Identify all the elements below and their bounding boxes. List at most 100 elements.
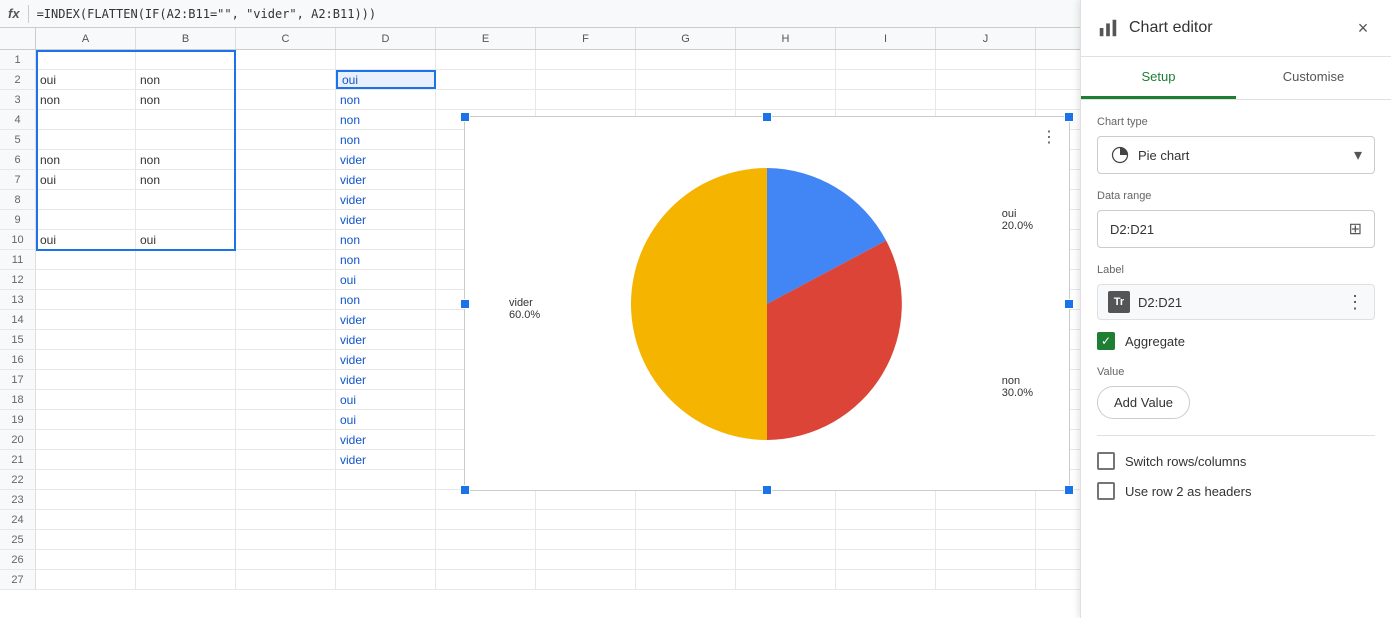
- cell-9-D[interactable]: vider: [336, 210, 436, 229]
- cell-2-H[interactable]: [736, 70, 836, 89]
- cell-3-E[interactable]: [436, 90, 536, 109]
- grid-select-icon[interactable]: ⊞: [1349, 219, 1362, 239]
- cell-1-I[interactable]: [836, 50, 936, 69]
- cell-5-B[interactable]: [136, 130, 236, 149]
- cell-26-I[interactable]: [836, 550, 936, 569]
- tab-setup[interactable]: Setup: [1081, 57, 1236, 99]
- cell-7-A[interactable]: oui: [36, 170, 136, 189]
- cell-1-D[interactable]: [336, 50, 436, 69]
- use-row2-checkbox[interactable]: [1097, 482, 1115, 500]
- cell-25-A[interactable]: [36, 530, 136, 549]
- cell-24-H[interactable]: [736, 510, 836, 529]
- cell-3-I[interactable]: [836, 90, 936, 109]
- cell-23-H[interactable]: [736, 490, 836, 509]
- cell-4-A[interactable]: [36, 110, 136, 129]
- cell-3-F[interactable]: [536, 90, 636, 109]
- cell-13-D[interactable]: non: [336, 290, 436, 309]
- cell-9-A[interactable]: [36, 210, 136, 229]
- cell-10-B[interactable]: oui: [136, 230, 236, 249]
- cell-14-C[interactable]: [236, 310, 336, 329]
- table-row[interactable]: 2ouinonoui: [0, 70, 1080, 90]
- cell-6-B[interactable]: non: [136, 150, 236, 169]
- cell-23-I[interactable]: [836, 490, 936, 509]
- col-header-a[interactable]: A: [36, 28, 136, 49]
- cell-10-A[interactable]: oui: [36, 230, 136, 249]
- cell-23-B[interactable]: [136, 490, 236, 509]
- cell-25-E[interactable]: [436, 530, 536, 549]
- cell-5-C[interactable]: [236, 130, 336, 149]
- cell-6-A[interactable]: non: [36, 150, 136, 169]
- cell-1-C[interactable]: [236, 50, 336, 69]
- cell-2-G[interactable]: [636, 70, 736, 89]
- cell-13-A[interactable]: [36, 290, 136, 309]
- col-header-j[interactable]: J: [936, 28, 1036, 49]
- cell-12-C[interactable]: [236, 270, 336, 289]
- cell-20-B[interactable]: [136, 430, 236, 449]
- cell-24-G[interactable]: [636, 510, 736, 529]
- col-header-h[interactable]: H: [736, 28, 836, 49]
- cell-7-C[interactable]: [236, 170, 336, 189]
- cell-22-A[interactable]: [36, 470, 136, 489]
- cell-14-B[interactable]: [136, 310, 236, 329]
- switch-rows-checkbox[interactable]: [1097, 452, 1115, 470]
- cell-11-A[interactable]: [36, 250, 136, 269]
- cell-26-E[interactable]: [436, 550, 536, 569]
- cell-7-B[interactable]: non: [136, 170, 236, 189]
- table-row[interactable]: 25: [0, 530, 1080, 550]
- cell-7-D[interactable]: vider: [336, 170, 436, 189]
- cell-10-D[interactable]: non: [336, 230, 436, 249]
- cell-23-C[interactable]: [236, 490, 336, 509]
- cell-4-C[interactable]: [236, 110, 336, 129]
- cell-3-A[interactable]: non: [36, 90, 136, 109]
- cell-1-F[interactable]: [536, 50, 636, 69]
- cell-15-A[interactable]: [36, 330, 136, 349]
- cell-27-H[interactable]: [736, 570, 836, 589]
- cell-4-D[interactable]: non: [336, 110, 436, 129]
- cell-14-D[interactable]: vider: [336, 310, 436, 329]
- cell-3-G[interactable]: [636, 90, 736, 109]
- cell-17-A[interactable]: [36, 370, 136, 389]
- col-header-f[interactable]: F: [536, 28, 636, 49]
- cell-2-B[interactable]: non: [136, 70, 236, 89]
- cell-24-I[interactable]: [836, 510, 936, 529]
- table-row[interactable]: 3nonnonnon: [0, 90, 1080, 110]
- col-header-c[interactable]: C: [236, 28, 336, 49]
- cell-26-H[interactable]: [736, 550, 836, 569]
- cell-23-G[interactable]: [636, 490, 736, 509]
- cell-14-A[interactable]: [36, 310, 136, 329]
- cell-18-D[interactable]: oui: [336, 390, 436, 409]
- cell-18-C[interactable]: [236, 390, 336, 409]
- cell-25-D[interactable]: [336, 530, 436, 549]
- aggregate-checkbox[interactable]: [1097, 332, 1115, 350]
- cell-3-J[interactable]: [936, 90, 1036, 109]
- cell-18-A[interactable]: [36, 390, 136, 409]
- cell-8-D[interactable]: vider: [336, 190, 436, 209]
- cell-12-A[interactable]: [36, 270, 136, 289]
- cell-3-B[interactable]: non: [136, 90, 236, 109]
- cell-25-C[interactable]: [236, 530, 336, 549]
- cell-26-B[interactable]: [136, 550, 236, 569]
- add-value-button[interactable]: Add Value: [1097, 386, 1190, 419]
- cell-3-H[interactable]: [736, 90, 836, 109]
- cell-24-D[interactable]: [336, 510, 436, 529]
- table-row[interactable]: 26: [0, 550, 1080, 570]
- cell-19-D[interactable]: oui: [336, 410, 436, 429]
- cell-24-A[interactable]: [36, 510, 136, 529]
- cell-12-D[interactable]: oui: [336, 270, 436, 289]
- col-header-b[interactable]: B: [136, 28, 236, 49]
- data-range-row[interactable]: D2:D21 ⊞: [1097, 210, 1375, 248]
- cell-24-F[interactable]: [536, 510, 636, 529]
- col-header-g[interactable]: G: [636, 28, 736, 49]
- cell-22-C[interactable]: [236, 470, 336, 489]
- cell-2-A[interactable]: oui: [36, 70, 136, 89]
- cell-23-A[interactable]: [36, 490, 136, 509]
- cell-27-G[interactable]: [636, 570, 736, 589]
- cell-2-F[interactable]: [536, 70, 636, 89]
- cell-11-D[interactable]: non: [336, 250, 436, 269]
- cell-18-B[interactable]: [136, 390, 236, 409]
- cell-4-B[interactable]: [136, 110, 236, 129]
- col-header-e[interactable]: E: [436, 28, 536, 49]
- editor-close-button[interactable]: ×: [1351, 16, 1375, 40]
- cell-26-D[interactable]: [336, 550, 436, 569]
- cell-26-C[interactable]: [236, 550, 336, 569]
